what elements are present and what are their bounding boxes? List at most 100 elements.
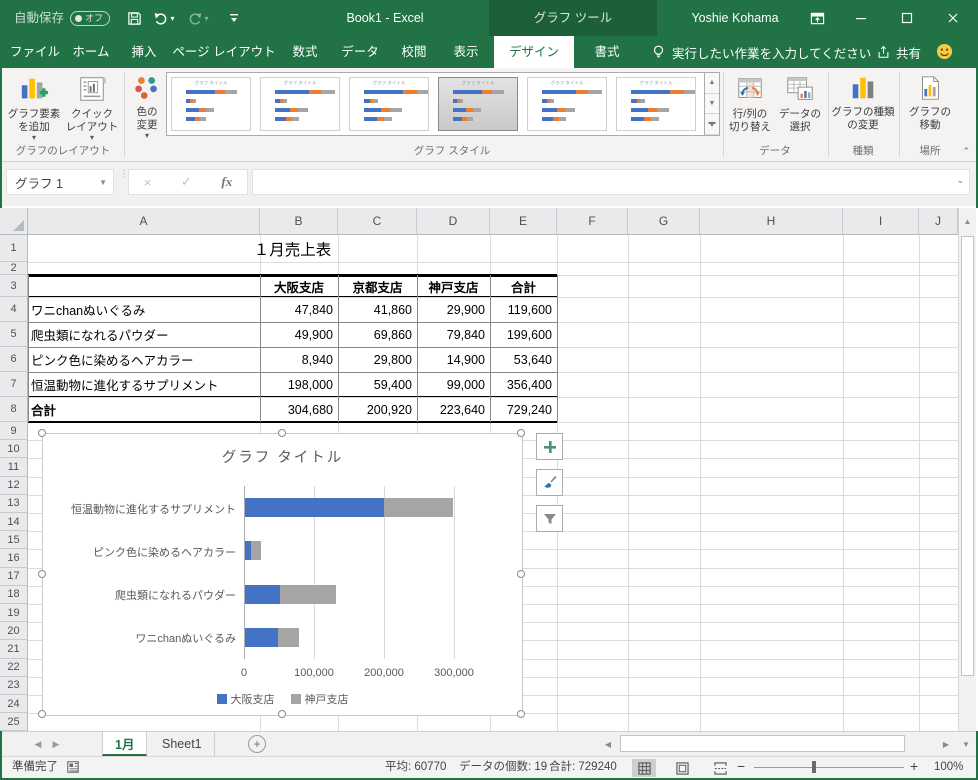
- insert-function-button[interactable]: fx: [221, 174, 232, 190]
- ribbon-tab-10[interactable]: 書式: [578, 36, 636, 68]
- bar-segment-神戸支店[interactable]: [251, 541, 261, 560]
- formula-input[interactable]: [252, 169, 970, 195]
- chart-elements-button[interactable]: [536, 433, 563, 460]
- chart-style-thumbnail-6[interactable]: グラフ タイトル: [616, 77, 696, 131]
- gallery-scroll-up-button[interactable]: ▲: [705, 73, 719, 94]
- column-header-A[interactable]: A: [28, 208, 260, 235]
- ribbon-tab-4[interactable]: ページ レイアウト: [172, 36, 276, 68]
- chart-style-thumbnail-5[interactable]: グラフ タイトル: [527, 77, 607, 131]
- row-header-12[interactable]: 12: [0, 477, 28, 495]
- chart-object[interactable]: グラフ タイトル 0100,000200,000300,000恒温動物に進化する…: [42, 433, 523, 716]
- ribbon-display-options-button[interactable]: [800, 0, 834, 36]
- add-chart-element-button[interactable]: グラフ要素 を追加 ▾: [6, 70, 62, 146]
- save-button[interactable]: [122, 6, 146, 30]
- selection-handle[interactable]: [278, 710, 286, 718]
- table-header-cell[interactable]: 合計: [490, 275, 557, 297]
- row-header-4[interactable]: 4: [0, 297, 28, 322]
- row-header-17[interactable]: 17: [0, 568, 28, 586]
- horizontal-scroll-thumb[interactable]: [620, 735, 905, 752]
- value-cell[interactable]: 29,800: [338, 347, 417, 372]
- table-title[interactable]: １月売上表: [28, 235, 557, 262]
- select-all-corner[interactable]: [0, 208, 28, 235]
- chart-bar[interactable]: [245, 628, 299, 647]
- cancel-entry-button[interactable]: ×: [144, 175, 152, 190]
- selection-handle[interactable]: [517, 570, 525, 578]
- bar-segment-大阪支店[interactable]: [245, 628, 278, 647]
- value-cell[interactable]: 356,400: [490, 372, 557, 397]
- total-value-cell[interactable]: 729,240: [490, 397, 557, 422]
- minimize-button[interactable]: [844, 0, 878, 36]
- row-header-6[interactable]: 6: [0, 347, 28, 372]
- gallery-scroll-down-button[interactable]: ▼: [705, 94, 719, 115]
- sheet-nav-next-button[interactable]: ▶: [48, 732, 64, 756]
- name-box[interactable]: グラフ 1 ▼: [6, 169, 114, 195]
- row-label-cell[interactable]: 恒温動物に進化するサプリメント: [31, 372, 260, 397]
- chart-category-label[interactable]: 恒温動物に進化するサプリメント: [43, 501, 236, 517]
- undo-button[interactable]: ▾: [152, 6, 176, 30]
- status-average[interactable]: 平均: 60770: [385, 757, 446, 778]
- ribbon-tab-9[interactable]: デザイン: [494, 36, 574, 68]
- bar-segment-神戸支店[interactable]: [278, 628, 299, 647]
- scroll-left-button[interactable]: ◀: [600, 735, 616, 753]
- chart-category-label[interactable]: 爬虫類になれるパウダー: [43, 587, 236, 603]
- ribbon-tab-6[interactable]: データ: [334, 36, 386, 68]
- row-header-13[interactable]: 13: [0, 495, 28, 513]
- row-header-20[interactable]: 20: [0, 622, 28, 640]
- selection-handle[interactable]: [38, 570, 46, 578]
- zoom-slider-track[interactable]: [754, 767, 904, 768]
- column-header-D[interactable]: D: [417, 208, 490, 235]
- column-header-E[interactable]: E: [490, 208, 557, 235]
- row-header-18[interactable]: 18: [0, 586, 28, 604]
- column-header-C[interactable]: C: [338, 208, 417, 235]
- feedback-smiley-button[interactable]: [936, 43, 953, 65]
- value-cell[interactable]: 119,600: [490, 297, 557, 322]
- value-cell[interactable]: 53,640: [490, 347, 557, 372]
- value-cell[interactable]: 198,000: [260, 372, 338, 397]
- value-cell[interactable]: 69,860: [338, 322, 417, 347]
- sheet-tab-Sheet1[interactable]: Sheet1: [150, 732, 215, 756]
- status-count[interactable]: データの個数: 19: [459, 757, 547, 778]
- view-normal-button[interactable]: [632, 759, 656, 777]
- zoom-level[interactable]: 100%: [934, 757, 963, 778]
- chart-title[interactable]: グラフ タイトル: [43, 446, 522, 467]
- chart-bar[interactable]: [245, 498, 453, 517]
- confirm-entry-button[interactable]: ✓: [181, 174, 192, 190]
- ribbon-tab-8[interactable]: 表示: [442, 36, 490, 68]
- chart-bar[interactable]: [245, 585, 336, 604]
- selection-handle[interactable]: [517, 429, 525, 437]
- ribbon-tab-5[interactable]: 数式: [280, 36, 330, 68]
- bar-segment-大阪支店[interactable]: [245, 585, 280, 604]
- chart-category-label[interactable]: ワニchanぬいぐるみ: [43, 630, 236, 646]
- formula-bar-expand-icon[interactable]: ⌄: [956, 175, 964, 186]
- chart-style-thumbnail-1[interactable]: グラフ タイトル: [171, 77, 251, 131]
- row-header-9[interactable]: 9: [0, 422, 28, 440]
- customize-qat-button[interactable]: [222, 6, 246, 30]
- scroll-right-button[interactable]: ▶: [938, 735, 954, 753]
- value-cell[interactable]: 49,900: [260, 322, 338, 347]
- formula-bar-grip[interactable]: ⋮: [119, 172, 123, 192]
- total-label-cell[interactable]: 合計: [31, 397, 260, 422]
- row-header-5[interactable]: 5: [0, 322, 28, 347]
- row-header-3[interactable]: 3: [0, 275, 28, 297]
- column-header-B[interactable]: B: [260, 208, 338, 235]
- chart-style-thumbnail-2[interactable]: グラフ タイトル: [260, 77, 340, 131]
- row-header-8[interactable]: 8: [0, 397, 28, 422]
- tell-me-search[interactable]: 実行したい作業を入力してください: [652, 36, 871, 68]
- new-sheet-button[interactable]: +: [248, 735, 266, 753]
- row-header-2[interactable]: 2: [0, 262, 28, 275]
- selection-handle[interactable]: [278, 429, 286, 437]
- macro-record-button[interactable]: [66, 760, 80, 780]
- legend-item[interactable]: 大阪支店: [217, 691, 275, 707]
- chart-category-label[interactable]: ピンク色に染めるヘアカラー: [43, 544, 236, 560]
- row-header-7[interactable]: 7: [0, 372, 28, 397]
- row-header-11[interactable]: 11: [0, 458, 28, 476]
- column-header-J[interactable]: J: [919, 208, 958, 235]
- total-value-cell[interactable]: 304,680: [260, 397, 338, 422]
- column-header-G[interactable]: G: [628, 208, 700, 235]
- row-header-10[interactable]: 10: [0, 440, 28, 458]
- view-page-break-button[interactable]: [708, 759, 732, 777]
- change-chart-type-button[interactable]: グラフの種類 の変更: [831, 70, 895, 146]
- row-header-1[interactable]: 1: [0, 235, 28, 262]
- value-cell[interactable]: 29,900: [417, 297, 490, 322]
- column-header-F[interactable]: F: [557, 208, 628, 235]
